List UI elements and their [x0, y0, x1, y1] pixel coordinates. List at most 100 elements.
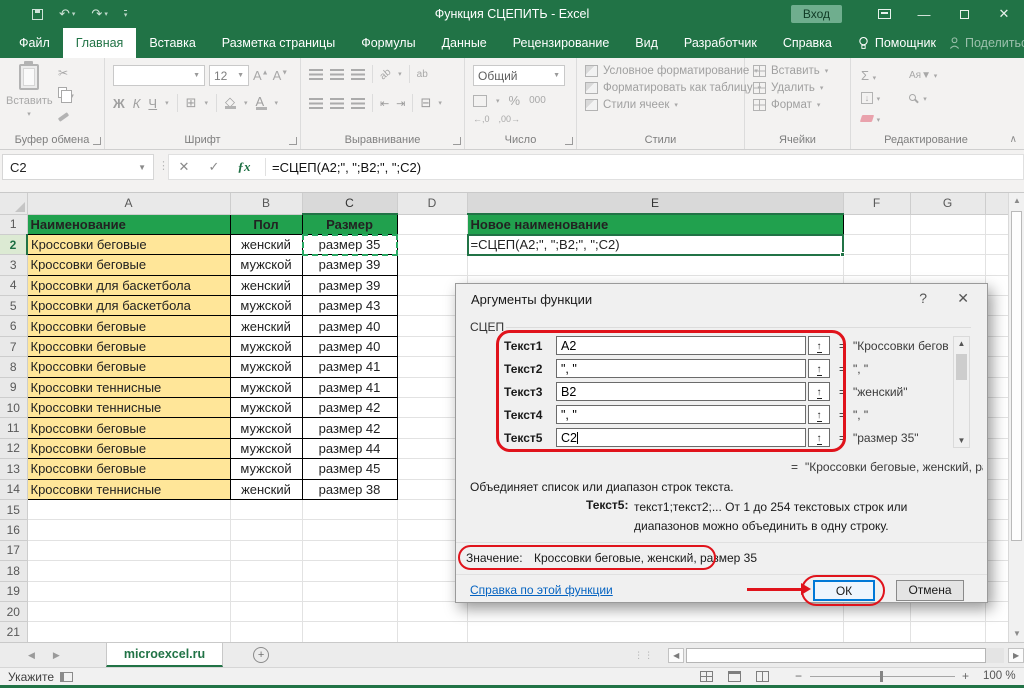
- cell-C20[interactable]: [302, 601, 397, 621]
- cell-B2[interactable]: женский: [230, 234, 302, 254]
- cell-A16[interactable]: [27, 520, 230, 540]
- row-header-2[interactable]: 2: [0, 234, 27, 254]
- dialog-scroll-down-icon[interactable]: ▼: [954, 436, 969, 445]
- ribbon-display-options-icon[interactable]: [864, 7, 904, 22]
- vertical-scroll-thumb[interactable]: [1011, 211, 1022, 541]
- cell-H5[interactable]: [985, 296, 1008, 316]
- cell-B17[interactable]: [230, 540, 302, 560]
- cell-C10[interactable]: размер 42: [302, 398, 397, 418]
- maximize-button[interactable]: [944, 7, 984, 22]
- close-button[interactable]: ✕: [984, 6, 1024, 22]
- merge-center-icon[interactable]: ⊟: [420, 95, 431, 111]
- cell-B5[interactable]: мужской: [230, 296, 302, 316]
- cell-H12[interactable]: [985, 438, 1008, 458]
- cell-C12[interactable]: размер 44: [302, 438, 397, 458]
- cell-A10[interactable]: Кроссовки теннисные: [27, 398, 230, 418]
- param-input-Текст4[interactable]: ", ": [556, 405, 806, 424]
- cell-F1[interactable]: [843, 214, 910, 234]
- column-header-E[interactable]: E: [467, 193, 843, 214]
- dialog-scroll-up-icon[interactable]: ▲: [954, 339, 969, 348]
- save-icon[interactable]: [32, 9, 43, 20]
- cell-E21[interactable]: [467, 622, 843, 642]
- cell-A4[interactable]: Кроссовки для баскетбола: [27, 275, 230, 295]
- macro-record-icon[interactable]: [60, 672, 73, 682]
- ribbon-tab-Вид[interactable]: Вид: [622, 28, 671, 58]
- row-header-6[interactable]: 6: [0, 316, 27, 336]
- cell-C3[interactable]: размер 39: [302, 255, 397, 275]
- cell-D21[interactable]: [397, 622, 467, 642]
- cell-A14[interactable]: Кроссовки теннисные: [27, 479, 230, 499]
- decrease-decimal-icon[interactable]: ,00→: [499, 114, 521, 124]
- collapse-dialog-icon[interactable]: ↑: [808, 405, 830, 424]
- cell-B11[interactable]: мужской: [230, 418, 302, 438]
- next-sheet-icon[interactable]: ▶: [53, 650, 60, 661]
- cell-H20[interactable]: [985, 601, 1008, 621]
- cell-B21[interactable]: [230, 622, 302, 642]
- cell-D2[interactable]: [397, 234, 467, 254]
- cell-B18[interactable]: [230, 561, 302, 581]
- collapse-dialog-icon[interactable]: ↑: [808, 428, 830, 447]
- hscroll-right-icon[interactable]: ▶: [1008, 648, 1024, 663]
- cell-B15[interactable]: [230, 499, 302, 519]
- cell-H15[interactable]: [985, 499, 1008, 519]
- cell-C2[interactable]: размер 35: [302, 234, 397, 254]
- cancel-button[interactable]: Отмена: [896, 580, 964, 601]
- cell-A5[interactable]: Кроссовки для баскетбола: [27, 296, 230, 316]
- cell-C19[interactable]: [302, 581, 397, 601]
- normal-view-icon[interactable]: [700, 671, 713, 682]
- cut-icon[interactable]: ✂: [58, 66, 74, 80]
- align-top-icon[interactable]: [309, 69, 323, 80]
- styles-item-Форматировать как таблицу[interactable]: Форматировать как таблицу▾: [585, 82, 761, 94]
- clear-icon[interactable]: ▾: [861, 110, 909, 125]
- scroll-down-icon[interactable]: ▼: [1009, 626, 1024, 642]
- param-input-Текст5[interactable]: C2: [556, 428, 806, 447]
- row-header-14[interactable]: 14: [0, 479, 27, 499]
- cell-H14[interactable]: [985, 479, 1008, 499]
- styles-item-Условное форматирование[interactable]: Условное форматирование▾: [585, 65, 761, 77]
- cell-D3[interactable]: [397, 255, 467, 275]
- cell-C11[interactable]: размер 42: [302, 418, 397, 438]
- cell-A21[interactable]: [27, 622, 230, 642]
- cell-B10[interactable]: мужской: [230, 398, 302, 418]
- column-header-B[interactable]: B: [230, 193, 302, 214]
- bold-button[interactable]: Ж: [113, 96, 125, 111]
- cell-B4[interactable]: женский: [230, 275, 302, 295]
- align-right-icon[interactable]: [351, 98, 365, 109]
- cell-E2[interactable]: =СЦЕП(A2;", ";B2;", ";C2): [467, 234, 843, 254]
- comma-style-icon[interactable]: 000: [529, 95, 546, 106]
- font-color-icon[interactable]: А: [256, 96, 267, 110]
- scroll-up-icon[interactable]: ▲: [1009, 193, 1024, 209]
- cell-G20[interactable]: [910, 601, 985, 621]
- wrap-text-icon[interactable]: ab: [417, 69, 428, 80]
- row-header-21[interactable]: 21: [0, 622, 27, 642]
- new-sheet-icon[interactable]: +: [253, 647, 269, 663]
- number-format-combo[interactable]: Общий▼: [473, 65, 565, 86]
- cell-H18[interactable]: [985, 561, 1008, 581]
- ribbon-tab-Вставка[interactable]: Вставка: [136, 28, 208, 58]
- hscroll-left-icon[interactable]: ◀: [668, 648, 684, 663]
- collapse-dialog-icon[interactable]: ↑: [808, 359, 830, 378]
- ribbon-tab-Файл[interactable]: Файл: [6, 28, 63, 58]
- cell-C5[interactable]: размер 43: [302, 296, 397, 316]
- cell-H21[interactable]: [985, 622, 1008, 642]
- sheet-tab[interactable]: microexcel.ru: [106, 643, 223, 667]
- cell-H16[interactable]: [985, 520, 1008, 540]
- cells-item-Вставить[interactable]: Вставить▾: [753, 65, 828, 77]
- cell-H4[interactable]: [985, 275, 1008, 295]
- font-size-combo[interactable]: 12▼: [209, 65, 249, 86]
- cell-B19[interactable]: [230, 581, 302, 601]
- cells-item-Удалить[interactable]: Удалить▾: [753, 82, 828, 94]
- sign-in-button[interactable]: Вход: [791, 5, 842, 23]
- collapse-ribbon-icon[interactable]: ∧: [1010, 134, 1017, 145]
- cell-B9[interactable]: мужской: [230, 377, 302, 397]
- horizontal-scrollbar[interactable]: [686, 648, 1004, 663]
- ribbon-tab-Данные[interactable]: Данные: [429, 28, 500, 58]
- scrollbar-resizer[interactable]: ⋮⋮: [634, 650, 654, 661]
- alignment-dialog-launcher[interactable]: [453, 137, 461, 145]
- italic-button[interactable]: К: [133, 96, 141, 111]
- orientation-icon[interactable]: ab: [378, 66, 394, 82]
- zoom-out-icon[interactable]: −: [795, 669, 802, 683]
- row-header-16[interactable]: 16: [0, 520, 27, 540]
- row-header-19[interactable]: 19: [0, 581, 27, 601]
- increase-font-icon[interactable]: А▲: [253, 68, 269, 83]
